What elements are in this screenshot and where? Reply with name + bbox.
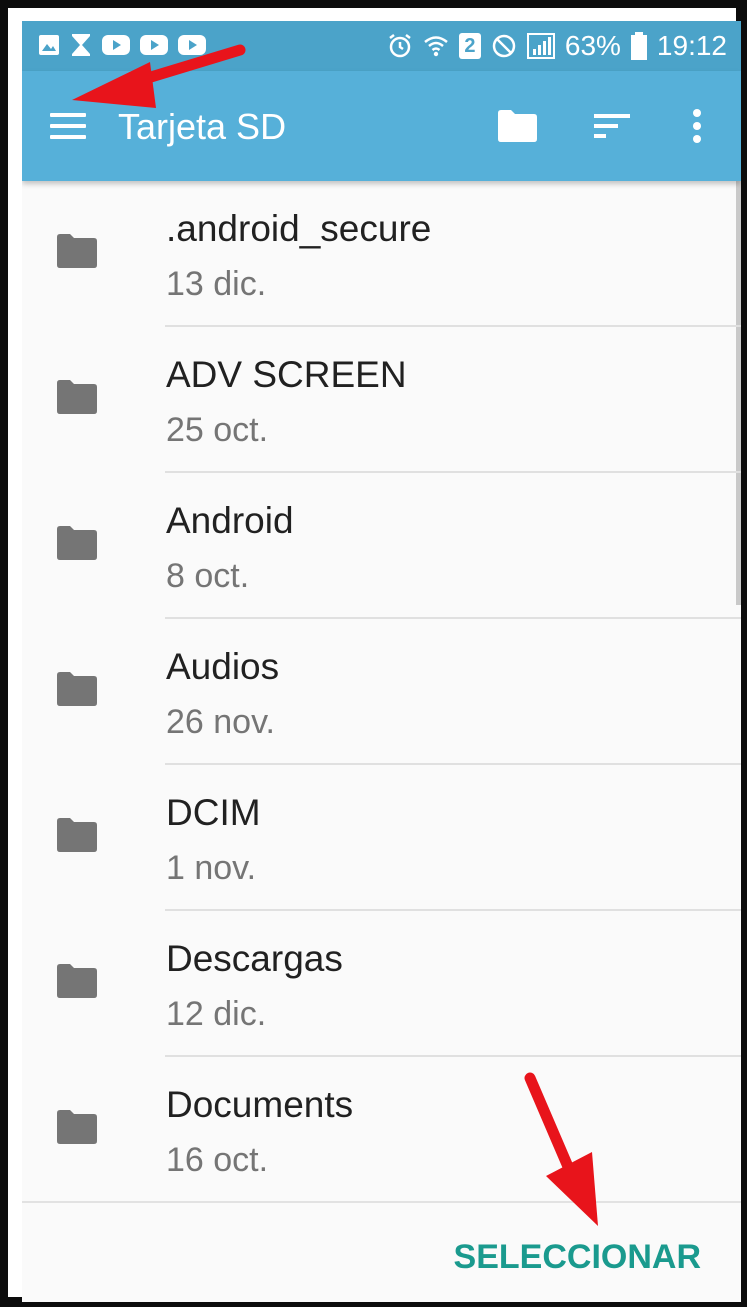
folder-icon: [57, 672, 97, 706]
folder-icon: [57, 964, 97, 998]
file-list[interactable]: .android_secure 13 dic. ADV SCREEN 25 oc…: [22, 181, 741, 1201]
battery-icon: [630, 32, 647, 60]
select-button[interactable]: SELECCIONAR: [454, 1237, 701, 1277]
bottom-bar: SELECCIONAR: [22, 1201, 741, 1302]
list-item[interactable]: Descargas 12 dic.: [22, 911, 741, 1057]
list-item[interactable]: Android 8 oct.: [22, 473, 741, 619]
do-not-disturb-icon: [492, 34, 516, 58]
file-name: DCIM: [166, 792, 261, 833]
sort-icon: [594, 114, 630, 138]
folder-icon: [498, 110, 537, 142]
folder-icon: [57, 526, 97, 560]
file-date: 13 dic.: [166, 265, 267, 303]
wifi-icon: [424, 36, 448, 57]
more-vert-icon: [693, 109, 701, 143]
file-name: ADV SCREEN: [166, 354, 407, 395]
menu-button[interactable]: [42, 105, 94, 147]
app-bar: Tarjeta SD: [22, 71, 741, 181]
system-status-icons: 2 63% 19:12: [387, 27, 727, 65]
phone-screen: 2 63% 19:12 Tarjeta SD .android_secure 1…: [22, 21, 741, 1302]
sort-button[interactable]: [587, 101, 637, 151]
hourglass-icon: [72, 34, 90, 56]
file-date: 8 oct.: [166, 557, 250, 595]
notification-icons: [38, 33, 206, 57]
list-item[interactable]: Documents 16 oct.: [22, 1057, 741, 1201]
file-name: Audios: [166, 646, 280, 687]
list-item[interactable]: .android_secure 13 dic.: [22, 181, 741, 327]
clock: 19:12: [656, 30, 727, 61]
youtube-icon: [102, 35, 130, 55]
file-name: Android: [166, 500, 294, 541]
page-title: Tarjeta SD: [118, 106, 287, 147]
file-date: 1 nov.: [166, 849, 257, 887]
folder-icon: [57, 818, 97, 852]
file-name: Descargas: [166, 938, 343, 979]
battery-percent: 63%: [564, 30, 621, 61]
screenshot-frame: 2 63% 19:12 Tarjeta SD .android_secure 1…: [0, 0, 747, 1307]
list-item[interactable]: ADV SCREEN 25 oct.: [22, 327, 741, 473]
more-options-button[interactable]: [672, 101, 722, 151]
signal-icon: [526, 33, 555, 59]
alarm-icon: [389, 34, 411, 58]
new-folder-button[interactable]: [492, 101, 542, 151]
youtube-icon: [140, 35, 168, 55]
folder-icon: [57, 1110, 97, 1144]
file-date: 25 oct.: [166, 411, 269, 449]
youtube-icon: [178, 35, 206, 55]
gallery-icon: [39, 35, 59, 55]
sim-badge: 2: [458, 33, 481, 59]
file-name: .android_secure: [166, 208, 432, 249]
file-name: Documents: [166, 1084, 354, 1125]
status-bar: 2 63% 19:12: [22, 21, 741, 71]
folder-icon: [57, 380, 97, 414]
list-item[interactable]: DCIM 1 nov.: [22, 765, 741, 911]
list-item[interactable]: Audios 26 nov.: [22, 619, 741, 765]
file-date: 16 oct.: [166, 1141, 269, 1179]
file-date: 26 nov.: [166, 703, 276, 741]
folder-icon: [57, 234, 97, 268]
file-date: 12 dic.: [166, 995, 267, 1033]
